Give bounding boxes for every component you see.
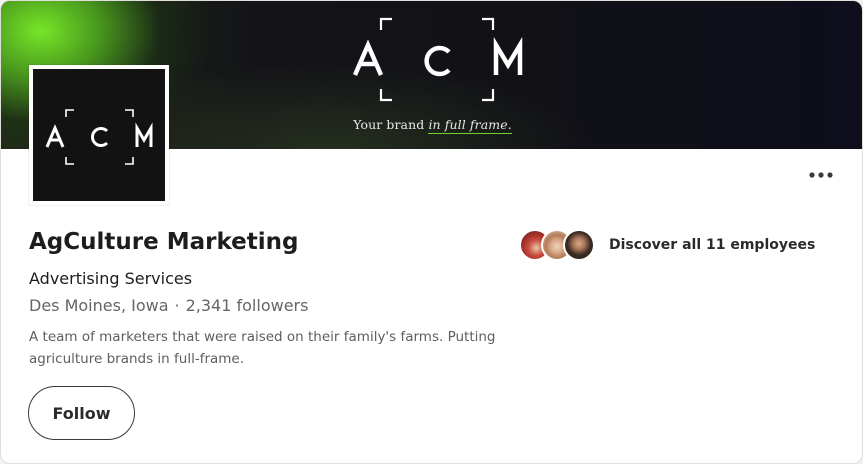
more-options-button[interactable] [801,159,841,191]
acm-logo-mark [45,109,153,165]
ellipsis-icon [809,172,833,178]
meta-separator: · [174,296,180,315]
company-name: AgCulture Marketing [29,229,299,255]
follow-button[interactable]: Follow [28,386,135,440]
company-location: Des Moines, Iowa [29,296,169,315]
tagline-emphasis: in full frame. [428,117,512,134]
company-logo-image [33,69,165,201]
banner-logo [352,17,523,102]
company-profile-card: Your brand in full frame. AgCulture Mark… [0,0,863,464]
followers-count[interactable]: 2,341 followers [186,296,309,315]
company-logo[interactable] [29,65,169,205]
employee-avatar-3 [563,229,595,261]
company-industry: Advertising Services [29,269,193,288]
company-meta: Des Moines, Iowa · 2,341 followers [29,296,308,315]
tagline-prefix: Your brand [353,117,425,132]
company-about: A team of marketers that were raised on … [29,329,496,367]
discover-employees-link[interactable]: Discover all 11 employees [519,228,815,262]
discover-employees-label: Discover all 11 employees [609,237,816,253]
employee-avatars [519,228,599,262]
